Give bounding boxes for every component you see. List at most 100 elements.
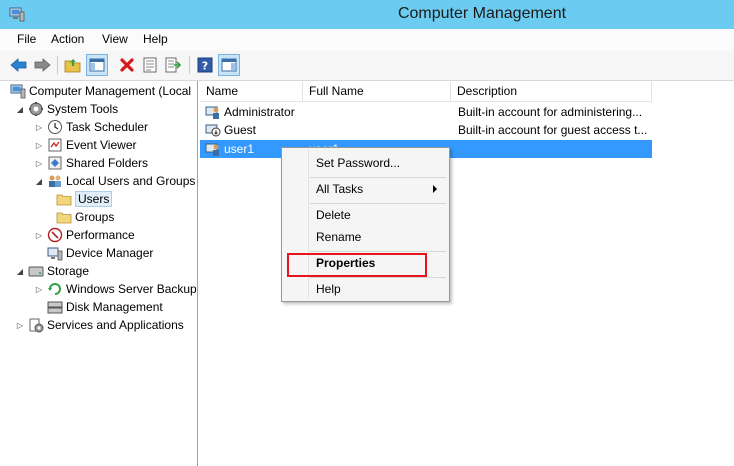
tree-item-label: Groups (75, 210, 115, 224)
tree-item-shared-folders[interactable]: ▷ Shared Folders (33, 154, 148, 172)
list-row-administrator[interactable]: Administrator Built-in account for admin… (200, 103, 652, 121)
menu-separator (310, 251, 446, 252)
column-header-description[interactable]: Description (451, 82, 652, 101)
expanded-arrow-icon[interactable]: ◢ (14, 262, 26, 280)
cell-name: user1 (224, 142, 255, 156)
submenu-arrow-icon (433, 185, 437, 193)
tree-item-disk-management[interactable]: Disk Management (33, 298, 163, 316)
tree-item-label: Event Viewer (66, 138, 137, 152)
collapsed-arrow-icon[interactable]: ▷ (33, 280, 45, 298)
tree-item-event-viewer[interactable]: ▷ Event Viewer (33, 136, 137, 154)
context-menu: Set Password... All Tasks Delete Rename … (281, 147, 450, 302)
menu-file[interactable]: File (17, 32, 36, 46)
folder-icon (56, 212, 72, 224)
window-title: Computer Management (397, 5, 567, 22)
tree-item-system-tools[interactable]: ◢ System Tools (14, 100, 118, 118)
cell-description: Built-in account for guest access t... (458, 123, 648, 137)
menu-item-all-tasks[interactable]: All Tasks (316, 182, 363, 196)
collapsed-arrow-icon[interactable]: ▷ (14, 316, 26, 334)
tree-item-label: Local Users and Groups (66, 174, 196, 188)
system-tools-icon (29, 102, 43, 116)
toolbar-separator (189, 56, 190, 74)
menu-view[interactable]: View (102, 32, 128, 46)
collapsed-arrow-icon[interactable]: ▷ (33, 136, 45, 154)
column-header-full-name[interactable]: Full Name (303, 82, 451, 101)
properties-icon[interactable] (139, 54, 161, 76)
tree-item-local-users-groups[interactable]: ◢ Local Users and Groups (33, 172, 195, 190)
backup-icon (48, 283, 61, 295)
shared-folder-icon (48, 156, 62, 170)
folder-icon (56, 194, 72, 206)
tree-item-windows-server-backup[interactable]: ▷ Windows Server Backup (33, 280, 197, 298)
delete-icon[interactable] (116, 54, 138, 76)
annotation-highlight-box (287, 253, 427, 277)
show-hide-console-tree-icon[interactable] (86, 54, 108, 76)
cell-description: Built-in account for administering... (458, 105, 643, 119)
tree-item-storage[interactable]: ◢ Storage (14, 262, 89, 280)
help-icon[interactable]: ? (194, 54, 216, 76)
tree-item-performance[interactable]: ▷ Performance (33, 226, 135, 244)
list-row-guest[interactable]: Guest Built-in account for guest access … (200, 121, 652, 139)
event-viewer-icon (48, 138, 62, 152)
disk-management-icon (47, 301, 63, 314)
collapsed-arrow-icon[interactable]: ▷ (33, 118, 45, 136)
storage-icon (28, 266, 44, 277)
tree-item-label: Shared Folders (66, 156, 149, 170)
expanded-arrow-icon[interactable]: ◢ (14, 100, 26, 118)
menu-item-help[interactable]: Help (316, 282, 341, 296)
tree-item-label: Disk Management (66, 300, 163, 314)
user-icon (205, 106, 219, 119)
tree-item-label: Windows Server Backup (66, 282, 197, 296)
menu-item-rename[interactable]: Rename (316, 230, 361, 244)
computer-management-icon (10, 84, 26, 99)
tree-item-label: Storage (47, 264, 90, 278)
forward-arrow-icon[interactable] (31, 54, 53, 76)
expanded-arrow-icon[interactable]: ◢ (33, 172, 45, 190)
export-list-icon[interactable] (162, 54, 184, 76)
tree-item-label: Device Manager (66, 246, 154, 260)
toolbar-separator (57, 56, 58, 74)
show-hide-action-pane-icon[interactable] (218, 54, 240, 76)
users-group-icon (49, 175, 61, 187)
performance-icon (47, 227, 63, 243)
cell-name: Guest (224, 123, 257, 137)
tree-item-label: Users (75, 191, 113, 207)
svg-text:?: ? (202, 60, 208, 73)
tree-item-computer-management[interactable]: Computer Management (Local (0, 82, 191, 100)
menu-help[interactable]: Help (143, 32, 168, 46)
tree-item-device-manager[interactable]: Device Manager (33, 244, 153, 262)
menu-item-set-password[interactable]: Set Password... (316, 156, 400, 170)
device-manager-icon (47, 247, 63, 261)
tree-item-label: Services and Applications (47, 318, 184, 332)
tree-item-groups[interactable]: Groups (52, 208, 114, 226)
toolbar: ? (0, 51, 734, 81)
menu-separator (310, 277, 446, 278)
tree-item-services-applications[interactable]: ▷ Services and Applications (14, 316, 184, 334)
up-folder-icon[interactable] (62, 54, 84, 76)
back-arrow-icon[interactable] (8, 54, 30, 76)
tree-item-label: Task Scheduler (66, 120, 149, 134)
tree-item-task-scheduler[interactable]: ▷ Task Scheduler (33, 118, 148, 136)
tree-item-label: Computer Management (Local (29, 84, 192, 98)
user-icon (205, 143, 219, 156)
menu-separator (310, 203, 446, 204)
tree-item-users[interactable]: Users (52, 190, 113, 208)
menu-bar: File Action View Help (0, 29, 734, 51)
header-divider (200, 101, 652, 102)
collapsed-arrow-icon[interactable]: ▷ (33, 154, 45, 172)
title-bar: Computer Management (0, 0, 734, 29)
column-header-name[interactable]: Name (200, 82, 303, 101)
tree-item-label: System Tools (47, 102, 119, 116)
collapsed-arrow-icon[interactable]: ▷ (33, 226, 45, 244)
console-tree[interactable]: Computer Management (Local ◢ System Tool… (0, 81, 198, 466)
services-icon (29, 318, 44, 333)
menu-action[interactable]: Action (51, 32, 84, 46)
cell-name: Administrator (224, 105, 295, 119)
clock-icon (48, 120, 62, 134)
menu-separator (310, 177, 446, 178)
user-disabled-icon (205, 124, 221, 137)
menu-item-delete[interactable]: Delete (316, 208, 351, 222)
tree-item-label: Performance (66, 228, 135, 242)
